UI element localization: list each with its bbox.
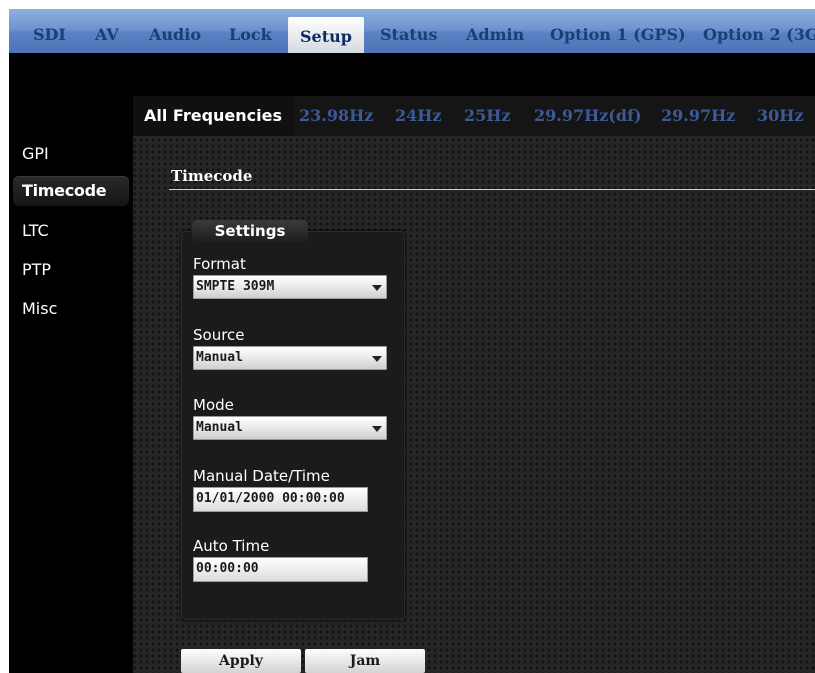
topnav-status[interactable]: Status <box>380 9 437 53</box>
format-select[interactable]: SMPTE 309M <box>193 275 387 299</box>
sidebar-item-misc[interactable]: Misc <box>13 294 129 324</box>
tab-24hz[interactable]: 24Hz <box>395 96 441 136</box>
tab-25hz[interactable]: 25Hz <box>464 96 510 136</box>
mode-select-value: Manual <box>196 420 243 435</box>
topnav-sdi[interactable]: SDI <box>33 9 66 53</box>
settings-legend: Settings <box>192 220 308 242</box>
topnav-av[interactable]: AV <box>95 9 119 53</box>
source-select[interactable]: Manual <box>193 346 387 370</box>
manual-datetime-value: 01/01/2000 00:00:00 <box>196 491 345 506</box>
format-select-value: SMPTE 309M <box>196 279 275 294</box>
topnav-option-1-gps[interactable]: Option 1 (GPS) <box>550 9 686 53</box>
settings-group: Settings Format SMPTE 309M Source Manual… <box>181 220 405 620</box>
section-title: Timecode <box>171 167 253 185</box>
frequency-tab-bar: All Frequencies 23.98Hz 24Hz 25Hz 29.97H… <box>133 96 815 136</box>
mode-label: Mode <box>193 396 234 414</box>
manual-datetime-label: Manual Date/Time <box>193 467 330 485</box>
chevron-down-icon <box>372 285 382 291</box>
sidebar-item-timecode[interactable]: Timecode <box>13 176 129 206</box>
top-navigation-bar: SDI AV Audio Lock Setup Status Admin Opt… <box>9 9 815 53</box>
sidebar-item-ptp[interactable]: PTP <box>13 255 129 285</box>
tab-29-97hz[interactable]: 29.97Hz <box>661 96 735 136</box>
apply-button[interactable]: Apply <box>181 649 301 673</box>
topnav-lock[interactable]: Lock <box>229 9 272 53</box>
mode-select[interactable]: Manual <box>193 416 387 440</box>
tab-23-98hz[interactable]: 23.98Hz <box>299 96 373 136</box>
chevron-down-icon <box>372 426 382 432</box>
app-frame: SDI AV Audio Lock Setup Status Admin Opt… <box>9 9 815 673</box>
source-label: Source <box>193 326 245 344</box>
topnav-option-2-3g[interactable]: Option 2 (3G) <box>703 9 815 53</box>
sidebar-item-gpi[interactable]: GPI <box>13 139 129 169</box>
jam-button[interactable]: Jam <box>305 649 425 673</box>
tab-all-frequencies[interactable]: All Frequencies <box>133 96 293 136</box>
tab-29-97hz-df[interactable]: 29.97Hz(df) <box>534 96 642 136</box>
main-content-panel: All Frequencies 23.98Hz 24Hz 25Hz 29.97H… <box>133 96 815 673</box>
tab-30hz[interactable]: 30Hz <box>757 96 803 136</box>
source-select-value: Manual <box>196 350 243 365</box>
sidebar-item-ltc[interactable]: LTC <box>13 216 129 246</box>
chevron-down-icon <box>372 356 382 362</box>
format-label: Format <box>193 255 246 273</box>
topnav-admin[interactable]: Admin <box>466 9 524 53</box>
topnav-setup[interactable]: Setup <box>288 17 364 53</box>
manual-datetime-input[interactable]: 01/01/2000 00:00:00 <box>193 487 368 512</box>
auto-time-input[interactable]: 00:00:00 <box>193 557 368 582</box>
auto-time-label: Auto Time <box>193 537 270 555</box>
section-divider <box>169 189 815 190</box>
auto-time-value: 00:00:00 <box>196 561 259 576</box>
topnav-audio[interactable]: Audio <box>149 9 201 53</box>
